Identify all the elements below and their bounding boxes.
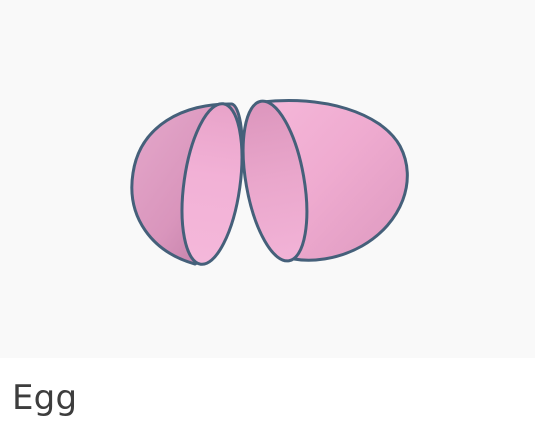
design-card[interactable]: Egg bbox=[0, 0, 535, 429]
design-title[interactable]: Egg bbox=[12, 378, 77, 418]
model-preview[interactable] bbox=[0, 0, 535, 358]
egg-3d-model bbox=[130, 98, 409, 266]
